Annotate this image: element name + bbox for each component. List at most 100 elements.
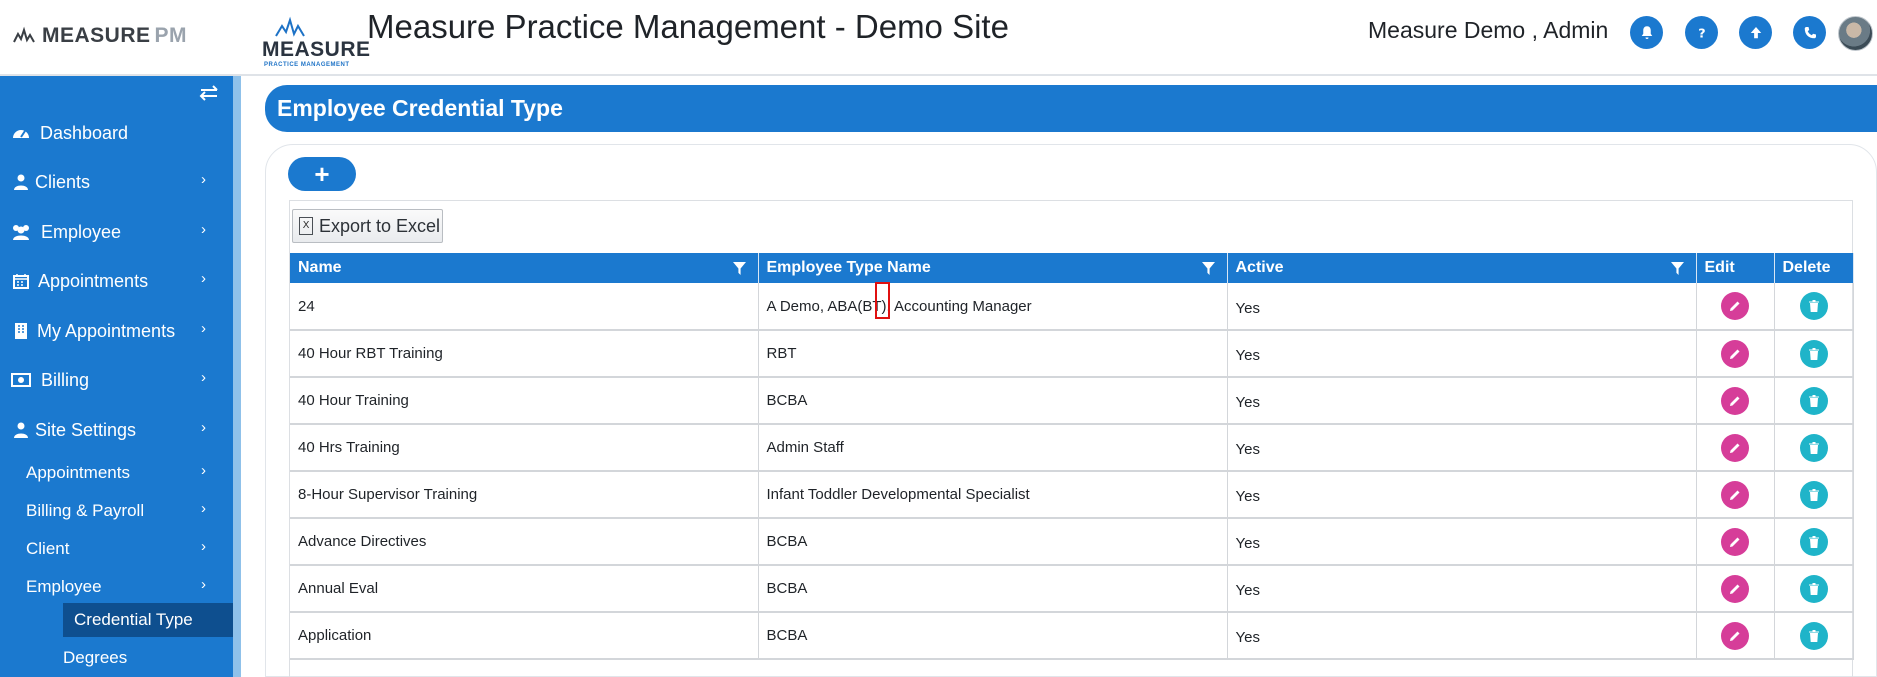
- table-row[interactable]: 40 Hour Training BCBA Yes: [290, 377, 1854, 425]
- sidebar-subitem-label: Client: [26, 539, 70, 558]
- upload-icon[interactable]: [1739, 16, 1772, 49]
- trash-icon[interactable]: [1799, 480, 1828, 509]
- user-name[interactable]: Measure Demo , Admin: [1368, 17, 1608, 44]
- edit-icon[interactable]: [1721, 386, 1749, 415]
- site-title: Measure Practice Management - Demo Site: [367, 8, 1009, 45]
- cell-name: 24: [290, 283, 759, 331]
- cell-employee-type: RBT: [758, 330, 1228, 378]
- column-header-label: Active: [1235, 259, 1284, 276]
- cell-employee-type: BCBA: [758, 377, 1228, 425]
- trash-icon[interactable]: [1799, 621, 1828, 650]
- edit-icon[interactable]: [1721, 339, 1749, 368]
- sidebar-subitem-appointments[interactable]: Appointments ›: [0, 456, 233, 490]
- edit-icon[interactable]: [1721, 292, 1749, 320]
- help-icon[interactable]: ?: [1685, 16, 1718, 49]
- sidebar-item-my-appointments[interactable]: My Appointments ›: [0, 311, 233, 351]
- sidebar-item-billing[interactable]: Billing ›: [0, 360, 233, 400]
- trash-icon[interactable]: [1799, 527, 1828, 556]
- edit-icon[interactable]: [1721, 433, 1749, 462]
- sidebar-toggle-icon[interactable]: [198, 84, 220, 102]
- trash-icon[interactable]: [1799, 386, 1828, 415]
- column-header-label: Delete: [1782, 259, 1831, 276]
- column-header-label: Edit: [1704, 259, 1735, 276]
- table-row[interactable]: 24 A Demo, ABA(BT), Accounting Manager Yes: [290, 283, 1854, 331]
- sidebar-item-label: My Appointments: [37, 320, 176, 341]
- table-row[interactable]: Annual Eval BCBA Yes: [290, 565, 1854, 613]
- sidebar-item-dashboard[interactable]: Dashboard: [0, 113, 233, 153]
- money-icon: [10, 371, 32, 389]
- brand-logo[interactable]: MEASURE PM: [12, 24, 187, 48]
- sidebar-subsub-label: Credential Type: [74, 610, 193, 629]
- export-label: Export to Excel: [319, 215, 441, 236]
- edit-icon[interactable]: [1721, 527, 1749, 556]
- sidebar: Dashboard Clients › Employee › Appointme…: [0, 76, 233, 677]
- cell-name: 8-Hour Supervisor Training: [290, 471, 759, 519]
- sidebar-item-appointments[interactable]: Appointments ›: [0, 261, 233, 301]
- column-header-label: Name: [298, 259, 342, 276]
- sidebar-subitem-billing-payroll[interactable]: Billing & Payroll ›: [0, 494, 233, 528]
- column-header-employee-type[interactable]: Employee Type Name: [758, 253, 1228, 283]
- cell-active: Yes: [1227, 330, 1697, 378]
- sidebar-subitem-label: Billing & Payroll: [26, 501, 145, 520]
- sidebar-scrollbar[interactable]: [233, 76, 241, 677]
- cell-active: Yes: [1227, 471, 1697, 519]
- sidebar-item-degrees[interactable]: Degrees: [63, 641, 233, 675]
- cell-edit: [1696, 283, 1775, 331]
- bell-icon[interactable]: [1630, 16, 1663, 49]
- phone-icon[interactable]: [1793, 16, 1826, 49]
- edit-icon[interactable]: [1721, 480, 1749, 509]
- chevron-right-icon: ›: [201, 171, 206, 188]
- sidebar-subitem-client[interactable]: Client ›: [0, 532, 233, 566]
- cell-delete: [1774, 471, 1854, 519]
- trash-icon[interactable]: [1799, 574, 1828, 603]
- cell-employee-type: A Demo, ABA(BT), Accounting Manager: [758, 283, 1228, 331]
- sidebar-subitem-employee[interactable]: Employee ›: [0, 570, 233, 604]
- practice-logo-word: MEASURE: [262, 38, 371, 61]
- cell-active: Yes: [1227, 518, 1697, 566]
- column-header-edit: Edit: [1696, 253, 1775, 283]
- table-row[interactable]: Advance Directives BCBA Yes: [290, 518, 1854, 566]
- cell-name: 40 Hrs Training: [290, 424, 759, 472]
- table-row[interactable]: 40 Hour RBT Training RBT Yes: [290, 330, 1854, 378]
- trash-icon[interactable]: [1799, 433, 1828, 462]
- sidebar-item-site-settings[interactable]: Site Settings ›: [0, 410, 233, 450]
- logo-swoosh-icon: [275, 16, 305, 37]
- cell-delete: [1774, 565, 1854, 613]
- excel-icon: X: [299, 217, 313, 235]
- filter-icon[interactable]: [732, 262, 746, 275]
- sidebar-subitem-label: Employee: [26, 577, 102, 596]
- top-header: MEASURE PM MEASURE PRACTICE MANAGEMENT Me…: [0, 0, 1877, 76]
- avatar[interactable]: [1838, 16, 1873, 51]
- cell-delete: [1774, 377, 1854, 425]
- sidebar-item-credential-type[interactable]: Credential Type: [63, 603, 233, 637]
- trash-icon[interactable]: [1799, 292, 1828, 320]
- cell-name: 40 Hour RBT Training: [290, 330, 759, 378]
- sidebar-item-employee[interactable]: Employee ›: [0, 212, 233, 252]
- building-icon: [10, 322, 32, 340]
- sidebar-item-label: Dashboard: [40, 122, 129, 143]
- export-excel-button[interactable]: X Export to Excel: [292, 209, 443, 243]
- add-button[interactable]: +: [288, 157, 356, 191]
- cell-active: Yes: [1227, 377, 1697, 425]
- svg-text:?: ?: [1698, 26, 1705, 41]
- cell-name: Annual Eval: [290, 565, 759, 613]
- sidebar-item-label: Billing: [41, 369, 90, 390]
- brand-name: MEASURE: [42, 24, 151, 47]
- column-header-active[interactable]: Active: [1227, 253, 1697, 283]
- filter-icon[interactable]: [1201, 262, 1215, 275]
- sidebar-item-label: Clients: [35, 171, 91, 192]
- trash-icon[interactable]: [1799, 339, 1828, 368]
- cell-employee-type: BCBA: [758, 612, 1228, 660]
- chevron-right-icon: ›: [201, 500, 206, 517]
- table-row[interactable]: 40 Hrs Training Admin Staff Yes: [290, 424, 1854, 472]
- cell-edit: [1696, 377, 1775, 425]
- cell-delete: [1774, 424, 1854, 472]
- table-row[interactable]: Application BCBA Yes: [290, 612, 1854, 660]
- sidebar-item-clients[interactable]: Clients ›: [0, 162, 233, 202]
- edit-icon[interactable]: [1721, 574, 1749, 603]
- edit-icon[interactable]: [1721, 621, 1749, 650]
- table-row[interactable]: 8-Hour Supervisor Training Infant Toddler…: [290, 471, 1854, 519]
- column-header-name[interactable]: Name: [290, 253, 759, 283]
- cell-active: Yes: [1227, 612, 1697, 660]
- filter-icon[interactable]: [1670, 262, 1684, 275]
